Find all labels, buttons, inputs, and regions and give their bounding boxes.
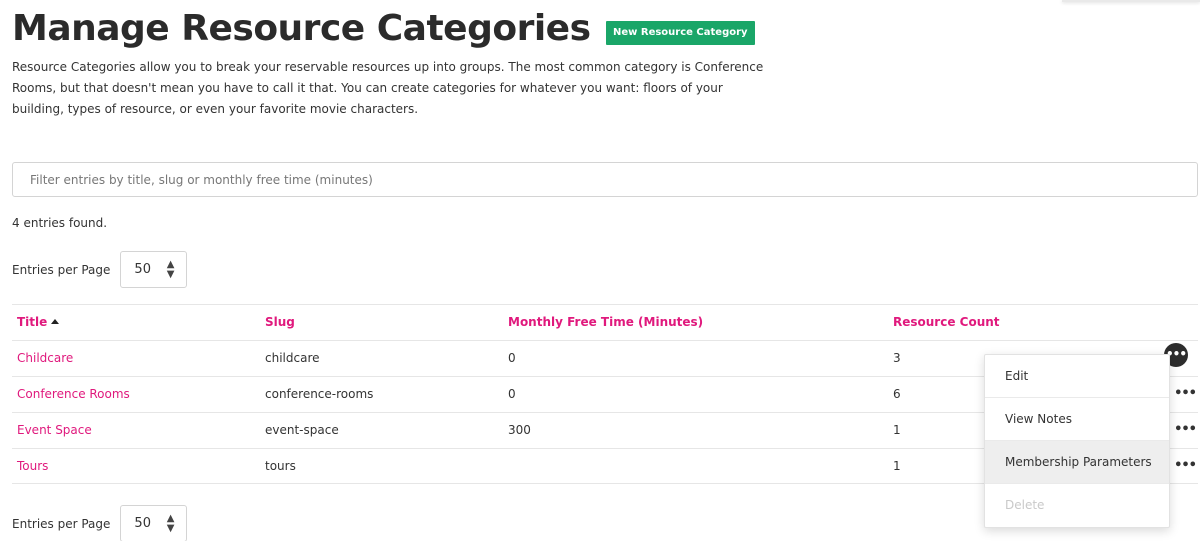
entries-per-page-label: Entries per Page [12,262,111,277]
row-slug: conference-rooms [265,387,374,401]
menu-item-edit[interactable]: Edit [985,355,1169,398]
filter-input[interactable] [12,162,1198,197]
entries-per-page-select[interactable]: 50 ▲ ▼ [120,251,188,288]
column-header-resource-count[interactable]: Resource Count [893,305,1000,340]
select-arrows-icon: ▲ ▼ [166,512,175,534]
entries-per-page-value: 50 [134,262,151,277]
row-title-link[interactable]: Event Space [17,413,92,448]
page-description: Resource Categories allow you to break y… [12,60,764,116]
entries-found-text: 4 entries found. [12,216,108,230]
row-slug: tours [265,459,296,473]
row-resource-count: 1 [893,423,901,437]
entries-per-page-top: Entries per Page 50 ▲ ▼ [12,251,188,288]
row-title-link[interactable]: Childcare [17,341,73,376]
column-header-title[interactable]: Title [17,305,60,340]
entries-per-page-select[interactable]: 50 ▲ ▼ [120,505,188,541]
row-slug: childcare [265,351,320,365]
row-actions-menu: Edit View Notes Membership Parameters De… [984,354,1170,528]
row-resource-count: 1 [893,459,901,473]
more-horizontal-icon[interactable]: ••• [1174,459,1197,473]
menu-item-view-notes[interactable]: View Notes [985,398,1169,441]
column-header-slug[interactable]: Slug [265,305,295,340]
select-arrows-icon: ▲ ▼ [166,258,175,280]
more-horizontal-icon[interactable]: ••• [1174,387,1197,401]
top-right-panel-edge [1062,0,1200,2]
sort-ascending-icon [51,319,60,324]
column-header-free-time[interactable]: Monthly Free Time (Minutes) [508,305,703,340]
table-header: Title Slug Monthly Free Time (Minutes) R… [12,304,1198,340]
row-free-time: 0 [508,387,516,401]
menu-item-membership-parameters[interactable]: Membership Parameters [985,441,1169,484]
row-title-link[interactable]: Tours [17,449,48,484]
row-title-link[interactable]: Conference Rooms [17,377,130,412]
new-resource-category-button[interactable]: New Resource Category [606,21,755,45]
page-title: Manage Resource Categories [12,8,591,49]
menu-item-delete: Delete [1005,498,1045,512]
row-free-time: 300 [508,423,531,437]
entries-per-page-bottom: Entries per Page 50 ▲ ▼ [12,505,188,541]
row-resource-count: 6 [893,387,901,401]
row-free-time: 0 [508,351,516,365]
row-slug: event-space [265,423,339,437]
entries-per-page-value: 50 [134,516,151,531]
entries-per-page-label: Entries per Page [12,516,111,531]
more-horizontal-icon[interactable]: ••• [1174,423,1197,437]
row-resource-count: 3 [893,351,901,365]
